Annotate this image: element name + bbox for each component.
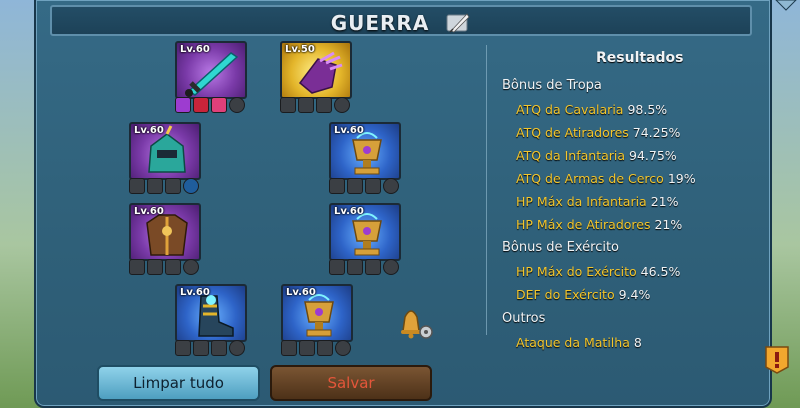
- equip-slot-accessory-3[interactable]: Lv.60: [281, 284, 353, 358]
- gem-slot: [299, 340, 315, 356]
- gem-slot: [211, 97, 227, 113]
- bell-icon[interactable]: [395, 303, 435, 341]
- gem-slot: [365, 178, 381, 194]
- equip-slot-accessory-2[interactable]: Lv.60: [329, 203, 401, 277]
- results-heading: Resultados: [596, 50, 684, 66]
- equip-slot-gauntlet[interactable]: Lv.50: [280, 41, 352, 115]
- stat-row: DEF do Exército 9.4%: [516, 287, 651, 302]
- stat-row: ATQ da Infantaria 94.75%: [516, 148, 677, 163]
- gem-slot: [193, 97, 209, 113]
- gem-slot: [229, 97, 245, 113]
- gem-slot: [347, 259, 363, 275]
- equip-slot-helmet[interactable]: Lv.60: [129, 122, 201, 196]
- gem-slot: [129, 259, 145, 275]
- title-bar: GUERRA: [50, 5, 752, 36]
- gem-slot: [165, 259, 181, 275]
- gem-slot: [229, 340, 245, 356]
- gem-slot: [147, 259, 163, 275]
- corner-arrow-icon[interactable]: [772, 0, 800, 18]
- gem-slot: [329, 259, 345, 275]
- gem-slot: [147, 178, 163, 194]
- stat-row: HP Máx do Exército 46.5%: [516, 264, 681, 279]
- item-level: Lv.60: [180, 287, 210, 298]
- gem-slot: [334, 97, 350, 113]
- item-level: Lv.60: [334, 125, 364, 136]
- gem-slot: [211, 340, 227, 356]
- equip-slot-weapon[interactable]: Lv.60: [175, 41, 247, 115]
- gem-slot: [316, 97, 332, 113]
- item-level: Lv.50: [285, 44, 315, 55]
- item-level: Lv.60: [334, 206, 364, 217]
- clear-all-button[interactable]: Limpar tudo: [97, 365, 260, 401]
- stat-row: Ataque da Matilha 8: [516, 335, 642, 350]
- feather-icon[interactable]: [445, 11, 471, 35]
- page-title: GUERRA: [52, 9, 750, 35]
- stat-row: HP Máx da Infantaria 21%: [516, 194, 679, 209]
- gem-slot: [329, 178, 345, 194]
- gem-slot: [365, 259, 381, 275]
- stat-row: HP Máx de Atiradores 21%: [516, 217, 683, 232]
- item-level: Lv.60: [180, 44, 210, 55]
- gem-slot: [383, 259, 399, 275]
- stat-row: ATQ de Atiradores 74.25%: [516, 125, 681, 140]
- gear-icon: [419, 325, 433, 339]
- gem-slot: [183, 259, 199, 275]
- stat-row: ATQ de Armas de Cerco 19%: [516, 171, 696, 186]
- gem-slot: [383, 178, 399, 194]
- gem-slot: [193, 340, 209, 356]
- gem-slot: [129, 178, 145, 194]
- gem-slot: [175, 97, 191, 113]
- gem-slot: [335, 340, 351, 356]
- save-button[interactable]: Salvar: [270, 365, 432, 401]
- alert-icon[interactable]: [762, 343, 792, 375]
- gem-slot: [165, 178, 181, 194]
- troop-bonus-heading: Bônus de Tropa: [502, 78, 602, 93]
- equip-slot-accessory-1[interactable]: Lv.60: [329, 122, 401, 196]
- item-level: Lv.60: [286, 287, 316, 298]
- gem-slot: [175, 340, 191, 356]
- stat-row: ATQ da Cavalaria 98.5%: [516, 102, 668, 117]
- army-bonus-heading: Bônus de Exército: [502, 240, 620, 255]
- panel-divider: [486, 45, 487, 335]
- gem-slot: [317, 340, 333, 356]
- item-level: Lv.60: [134, 125, 164, 136]
- gem-slot: [347, 178, 363, 194]
- other-heading: Outros: [502, 311, 546, 326]
- gem-slot: [183, 178, 199, 194]
- item-level: Lv.60: [134, 206, 164, 217]
- gem-slot: [298, 97, 314, 113]
- gem-slot: [281, 340, 297, 356]
- equip-slot-armor[interactable]: Lv.60: [129, 203, 201, 277]
- gem-slot: [280, 97, 296, 113]
- equip-slot-boots[interactable]: Lv.60: [175, 284, 247, 358]
